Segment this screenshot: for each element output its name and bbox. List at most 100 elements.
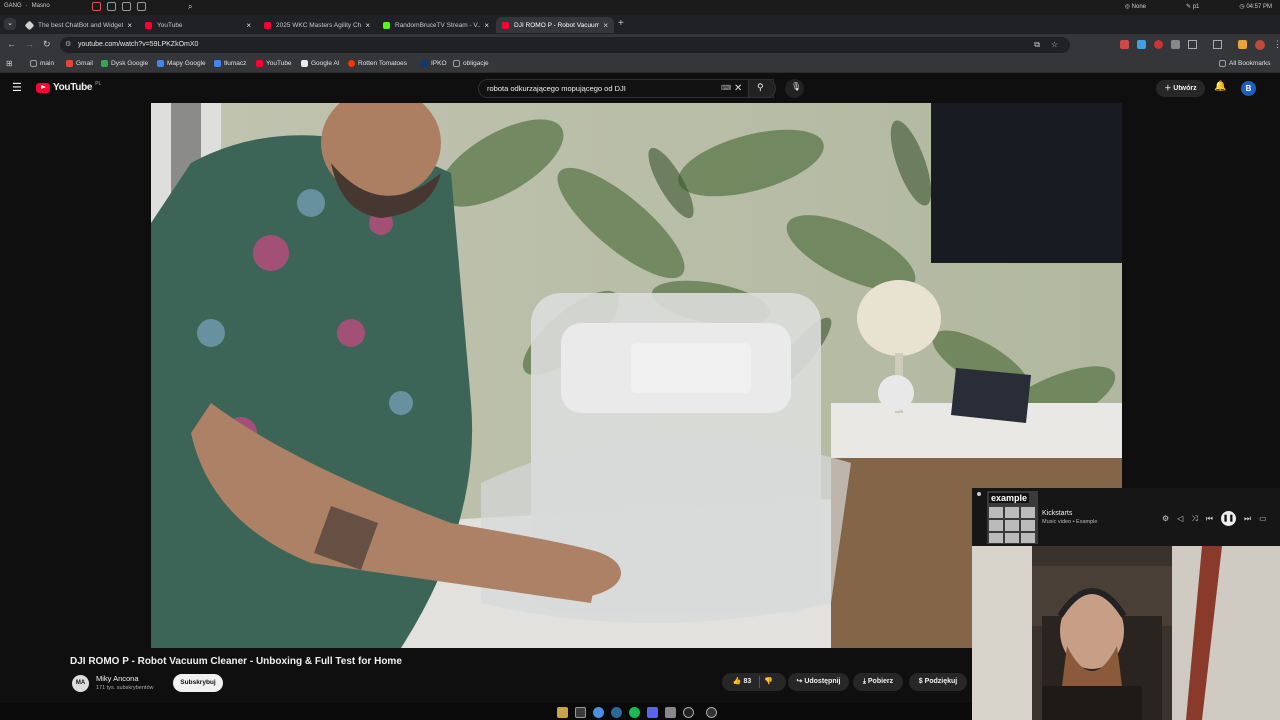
star-icon[interactable]: ☆ (1051, 37, 1058, 53)
site-info-icon[interactable]: ⚙ (65, 37, 71, 53)
voice-search-button[interactable]: 🎙 (785, 79, 804, 98)
address-bar-row: ← → ↻ ⚙ youtube.com/watch?v=59LPKZkOmX0 … (0, 34, 1280, 56)
screen-icon[interactable] (122, 2, 131, 11)
forward-icon[interactable]: → (25, 39, 34, 49)
close-icon[interactable]: × (603, 21, 608, 30)
sidepanel-icon[interactable] (1213, 40, 1222, 49)
clear-icon[interactable]: ✕ (734, 80, 742, 97)
media-player: example Kickstarts Music video • Example… (972, 488, 1280, 546)
tab[interactable]: RandomBruceTV Stream - V... × (377, 17, 495, 33)
kick-favicon-icon (383, 21, 390, 29)
bookmark[interactable]: Rotten Tomatoes (348, 60, 407, 67)
like-button[interactable]: 👍 83 (726, 673, 758, 691)
install-icon[interactable]: ⧉ (1034, 37, 1040, 53)
search-input[interactable]: robota odkurzającego mopującego od DJI ⌨… (478, 79, 774, 98)
webcam-image (972, 546, 1280, 720)
discord-icon[interactable] (647, 707, 658, 718)
channel-name[interactable]: Miky Ancona (96, 674, 139, 683)
bookmark[interactable]: Mapy Google (157, 60, 206, 67)
extension-icon[interactable] (1154, 40, 1163, 49)
track-meta: Music video • Example (1042, 519, 1098, 525)
search-button[interactable]: ⚲ (748, 79, 776, 98)
screen-icon[interactable] (107, 2, 116, 11)
chrome-icon[interactable] (593, 707, 604, 718)
tab-title: 2025 WKC Masters Agility Ch... (276, 21, 362, 29)
bookmark[interactable]: YouTube (256, 60, 292, 67)
bookmark[interactable]: tłumacz (214, 60, 246, 67)
thanks-icon: $ (918, 678, 923, 685)
steam-icon[interactable] (611, 707, 622, 718)
bookmark[interactable]: Google AI (301, 60, 340, 67)
pause-icon[interactable]: ❚❚ (1220, 511, 1236, 526)
bookmark[interactable]: Dysk Google (101, 60, 148, 67)
subscribe-button[interactable]: Subskrybuj (173, 674, 223, 692)
files-icon[interactable] (557, 707, 568, 718)
puzzle-icon[interactable] (1188, 40, 1197, 49)
shuffle-icon[interactable]: ⤨ (1191, 514, 1197, 524)
search-icon: ⚲ (757, 82, 764, 92)
apps-icon[interactable]: ⊞ (6, 59, 13, 68)
extension-icon[interactable] (1120, 40, 1129, 49)
extension-icon[interactable] (1171, 40, 1180, 49)
thanks-button[interactable]: $ Podziękuj (909, 673, 967, 691)
miniplayer-icon[interactable]: ▭ (1259, 514, 1267, 523)
hamburger-menu-icon[interactable]: ☰ (12, 81, 22, 94)
create-button[interactable]: ＋ Utwórz (1156, 80, 1205, 97)
youtube-logo[interactable]: YouTube PL (36, 81, 101, 93)
extension-icon[interactable] (1238, 40, 1247, 49)
close-icon[interactable]: × (365, 21, 370, 30)
tab-title: RandomBruceTV Stream - V... (395, 21, 481, 29)
tab-search-icon[interactable]: ⌄ (4, 18, 16, 30)
clock: ◷ 04:57 PM (1239, 4, 1272, 10)
all-bookmarks[interactable]: All Bookmarks (1219, 60, 1271, 67)
gmail-icon (66, 60, 73, 67)
tab[interactable]: The best ChatBot and Widgets × (20, 17, 138, 33)
obs-icon[interactable] (683, 707, 694, 718)
previous-icon[interactable]: ⏮ (1206, 514, 1213, 524)
bookmark[interactable]: main (30, 60, 54, 67)
next-icon[interactable]: ⏭ (1244, 514, 1251, 524)
app-icon[interactable] (706, 707, 717, 718)
notifications-bell-icon[interactable]: 🔔 (1214, 81, 1226, 92)
ipko-icon (421, 60, 428, 67)
tab[interactable]: 2025 WKC Masters Agility Ch... × (258, 17, 376, 33)
shield-icon[interactable] (665, 707, 676, 718)
bookmark[interactable]: IPKO (421, 60, 447, 67)
new-tab-icon[interactable]: + (618, 18, 624, 29)
close-icon[interactable]: × (246, 21, 251, 30)
back-icon[interactable]: ← (7, 39, 16, 49)
volume-icon[interactable]: ◁ (1177, 514, 1183, 523)
channel-avatar[interactable]: MA (72, 675, 89, 692)
bookmark[interactable]: obligacje (453, 60, 489, 67)
screen-icon[interactable] (92, 2, 101, 11)
youtube-header: ☰ YouTube PL robota odkurzającego mopują… (0, 73, 1280, 103)
tab[interactable]: YouTube × (139, 17, 257, 33)
chatbot-favicon-icon (24, 20, 35, 30)
share-button[interactable]: ↪ Udostępnij (788, 673, 849, 691)
settings-icon[interactable]: ⚙ (1162, 514, 1169, 523)
workspace-label[interactable]: GANG (4, 3, 22, 9)
folder-icon (1219, 60, 1226, 67)
menu-dots-icon[interactable]: ⋮ (1273, 40, 1280, 50)
url-field[interactable]: ⚙ youtube.com/watch?v=59LPKZkOmX0 ⧉ ☆ (60, 37, 1070, 53)
reload-icon[interactable]: ↻ (43, 39, 51, 50)
extension-icon[interactable] (1137, 40, 1146, 49)
terminal-icon[interactable] (575, 707, 586, 718)
extensions: ⋮ (1120, 40, 1280, 50)
keyboard-icon[interactable]: ⌨ (721, 80, 731, 97)
tab-active[interactable]: DJI ROMO P - Robot Vacuum... × (496, 17, 614, 33)
close-icon[interactable]: × (484, 21, 489, 30)
drive-icon (101, 60, 108, 67)
pin-icon[interactable]: ⌕ (188, 2, 192, 12)
bookmark[interactable]: Gmail (66, 60, 93, 67)
close-icon[interactable]: × (127, 21, 132, 30)
spotify-icon[interactable] (629, 707, 640, 718)
youtube-icon (256, 60, 263, 67)
profile-icon[interactable] (1255, 40, 1265, 50)
screen-icon[interactable] (137, 2, 146, 11)
download-button[interactable]: ⤓ Pobierz (853, 673, 903, 691)
os-top-bar: GANG · Masno ⌕ ◎ None ✎ p1 ◷ 04:57 PM (0, 0, 1280, 15)
dislike-button[interactable]: 👎 (764, 673, 773, 691)
video-title: DJI ROMO P - Robot Vacuum Cleaner - Unbo… (70, 656, 402, 667)
avatar[interactable]: B (1241, 81, 1256, 96)
